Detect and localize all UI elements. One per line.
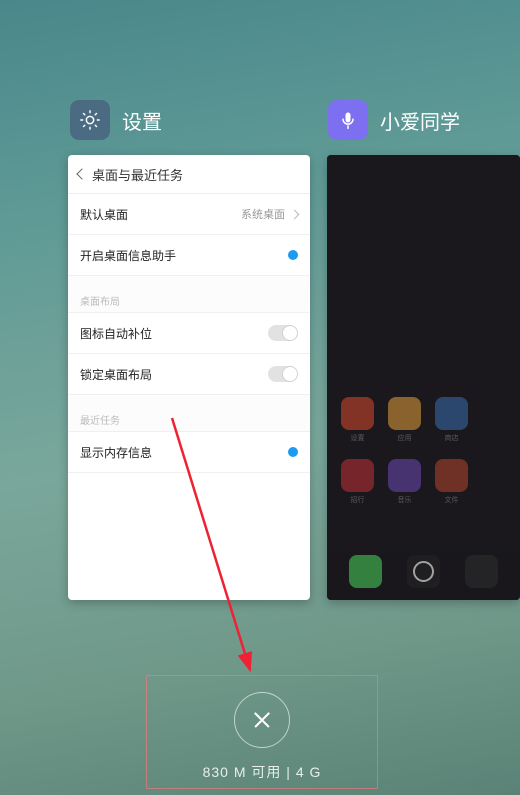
row-label: 显示内存信息 xyxy=(80,444,152,461)
mic-icon xyxy=(328,100,368,140)
dock-icon xyxy=(465,555,498,588)
home-icons-grid: 设置 应用 商店 招行 音乐 文件 xyxy=(327,397,520,505)
section-label-layout: 桌面布局 xyxy=(68,276,310,313)
row-icon-auto-fill[interactable]: 图标自动补位 xyxy=(68,313,310,354)
row-lock-layout[interactable]: 锁定桌面布局 xyxy=(68,354,310,395)
app-icon xyxy=(435,459,468,492)
clear-all-button[interactable] xyxy=(234,692,290,748)
annotation-highlight-box: 830 M 可用 | 4 G xyxy=(146,675,378,789)
recent-app-label: 设置 xyxy=(122,106,162,135)
memory-info-text: 830 M 可用 | 4 G xyxy=(147,762,377,782)
row-value: 系统桌面 xyxy=(241,206,285,222)
recent-app-label: 小爱同学 xyxy=(380,106,460,135)
row-label: 锁定桌面布局 xyxy=(80,366,152,383)
app-icon xyxy=(341,459,374,492)
section-label-recent: 最近任务 xyxy=(68,395,310,432)
camera-icon xyxy=(407,555,440,588)
toggle-on-icon[interactable] xyxy=(288,250,298,260)
row-label: 默认桌面 xyxy=(80,206,128,223)
row-desktop-info-assistant[interactable]: 开启桌面信息助手 xyxy=(68,235,310,276)
recent-app-header-settings: 设置 xyxy=(70,100,162,140)
app-icon xyxy=(341,397,374,430)
recent-card-settings[interactable]: 桌面与最近任务 默认桌面 系统桌面 开启桌面信息助手 桌面布局 图标自动补位 锁… xyxy=(68,155,310,600)
row-label: 开启桌面信息助手 xyxy=(80,247,176,264)
row-default-desktop[interactable]: 默认桌面 系统桌面 xyxy=(68,194,310,235)
app-icon xyxy=(388,397,421,430)
toggle-switch[interactable] xyxy=(268,325,298,341)
row-show-memory-info[interactable]: 显示内存信息 xyxy=(68,432,310,473)
phone-icon xyxy=(349,555,382,588)
blank-area xyxy=(68,473,310,593)
recent-app-header-xiaoai: 小爱同学 xyxy=(328,100,460,140)
row-label: 图标自动补位 xyxy=(80,325,152,342)
toggle-on-icon[interactable] xyxy=(288,447,298,457)
page-title: 桌面与最近任务 xyxy=(92,165,183,184)
app-icon xyxy=(435,397,468,430)
toggle-switch[interactable] xyxy=(268,366,298,382)
recent-card-xiaoai[interactable]: 设置 应用 商店 招行 音乐 文件 xyxy=(327,155,520,600)
app-icon xyxy=(388,459,421,492)
chevron-right-icon xyxy=(290,209,300,219)
back-chevron-icon xyxy=(76,168,87,179)
dim-overlay xyxy=(327,155,520,600)
dock xyxy=(327,555,520,588)
settings-list-header[interactable]: 桌面与最近任务 xyxy=(68,155,310,194)
gear-icon xyxy=(70,100,110,140)
